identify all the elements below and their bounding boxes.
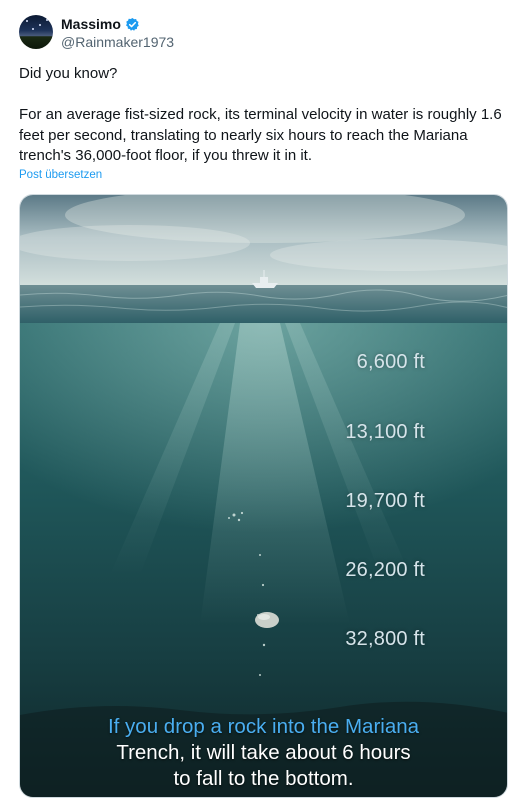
image-caption-line3: to fall to the bottom. [173, 767, 354, 790]
rock-icon [255, 612, 279, 628]
depth-label: 13,100 ft [345, 421, 425, 443]
image-caption-line1: If you drop a rock into the Mariana [107, 715, 420, 738]
depth-label: 19,700 ft [345, 490, 425, 512]
post-text-line1: Did you know? [19, 65, 118, 82]
author-handle[interactable]: @Rainmaker1973 [61, 34, 174, 50]
depth-label: 6,600 ft [356, 351, 425, 373]
translate-post-link[interactable]: Post übersetzen [19, 169, 102, 181]
depth-label: 32,800 ft [345, 628, 425, 650]
author-name-row: Massimo [61, 16, 140, 32]
post-image[interactable]: 6,600 ft 13,100 ft 19,700 ft 26,200 ft 3… [19, 194, 508, 798]
avatar[interactable] [19, 15, 53, 49]
tweet: Massimo @Rainmaker1973 Did you know? For… [0, 0, 528, 800]
post-text-body: For an average fist-sized rock, its term… [19, 106, 502, 164]
author-display-name[interactable]: Massimo [61, 16, 121, 32]
image-caption-line2: Trench, it will take about 6 hours [116, 741, 411, 764]
depth-label: 26,200 ft [345, 559, 425, 581]
ocean-illustration [20, 195, 507, 797]
verified-badge-icon [125, 17, 140, 32]
